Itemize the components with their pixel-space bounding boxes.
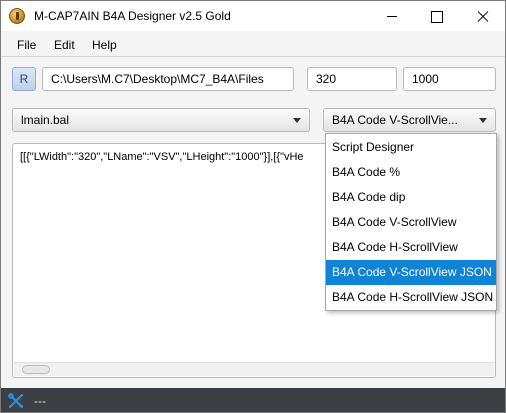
menu-edit[interactable]: Edit: [54, 38, 75, 52]
chevron-down-icon: [293, 118, 301, 123]
code-type-select-value: B4A Code V-ScrollVie...: [332, 113, 458, 127]
layout-select[interactable]: lmain.bal: [12, 108, 310, 132]
maximize-button[interactable]: [414, 1, 459, 31]
menu-help[interactable]: Help: [92, 38, 117, 52]
chevron-down-icon: [479, 118, 487, 123]
dropdown-option[interactable]: B4A Code V-ScrollView: [326, 210, 496, 235]
minimize-button[interactable]: [369, 1, 414, 31]
app-logo-icon: [9, 8, 25, 24]
window-title: M-CAP7AIN B4A Designer v2.5 Gold: [34, 9, 231, 23]
dropdown-option-selected[interactable]: B4A Code V-ScrollView JSON: [326, 260, 496, 285]
files-path-input[interactable]: C:\Users\M.C7\Desktop\MC7_B4A\Files: [42, 67, 294, 91]
title-bar[interactable]: M-CAP7AIN B4A Designer v2.5 Gold: [1, 1, 505, 31]
scrollbar-thumb[interactable]: [22, 365, 50, 374]
code-type-select[interactable]: B4A Code V-ScrollVie...: [323, 108, 496, 132]
menu-bar: File Edit Help: [1, 31, 505, 57]
menu-file[interactable]: File: [17, 38, 36, 52]
layout-select-value: lmain.bal: [21, 113, 70, 127]
status-bar: ---: [1, 388, 505, 412]
width-input[interactable]: 320: [307, 67, 397, 91]
height-input[interactable]: 1000: [403, 67, 496, 91]
refresh-button[interactable]: R: [12, 67, 36, 91]
horizontal-scrollbar[interactable]: [14, 362, 494, 376]
status-text: ---: [34, 394, 46, 408]
tools-icon: [8, 393, 24, 409]
dropdown-option[interactable]: B4A Code H-ScrollView JSON: [326, 285, 496, 310]
close-button[interactable]: [460, 1, 505, 31]
dropdown-option[interactable]: B4A Code dip: [326, 185, 496, 210]
app-window: M-CAP7AIN B4A Designer v2.5 Gold File Ed…: [0, 0, 506, 413]
dropdown-option[interactable]: B4A Code %: [326, 160, 496, 185]
dropdown-option[interactable]: B4A Code H-ScrollView: [326, 235, 496, 260]
dropdown-option[interactable]: Script Designer: [326, 135, 496, 160]
code-type-dropdown-list: Script Designer B4A Code % B4A Code dip …: [325, 133, 497, 311]
code-output-text: [[{"LWidth":"320","LName":"VSV","LHeight…: [20, 151, 304, 163]
